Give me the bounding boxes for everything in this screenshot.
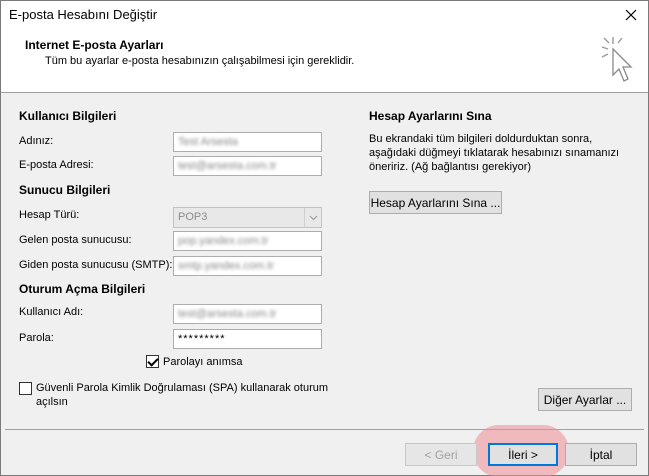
logon-info-heading: Oturum Açma Bilgileri xyxy=(19,282,146,296)
username-label: Kullanıcı Adı: xyxy=(19,306,84,318)
name-label: Adınız: xyxy=(19,135,54,147)
password-label: Parola: xyxy=(19,332,54,344)
chevron-down-icon xyxy=(304,208,321,227)
header-subtitle: Tüm bu ayarlar e-posta hesabınızın çalış… xyxy=(45,55,355,67)
outgoing-server-input[interactable]: smtp.yandex.com.tr xyxy=(173,256,322,276)
sparkle-cursor-icon xyxy=(601,37,633,82)
email-label: E-posta Adresi: xyxy=(19,159,94,171)
test-settings-description: Bu ekrandaki tüm bilgileri doldurduktan … xyxy=(369,133,620,173)
title-bar: E-posta Hesabını Değiştir xyxy=(1,1,648,29)
test-account-settings-button[interactable]: Hesap Ayarlarını Sına ... xyxy=(369,191,502,214)
account-type-select[interactable]: POP3 xyxy=(173,207,322,228)
remember-password-label: Parolayı anımsa xyxy=(163,356,243,368)
incoming-server-input[interactable]: pop.yandex.com.tr xyxy=(173,231,322,251)
account-type-label: Hesap Türü: xyxy=(19,209,80,221)
email-input[interactable]: test@arsesta.com.tr xyxy=(173,156,322,176)
user-info-heading: Kullanıcı Bilgileri xyxy=(19,109,117,123)
incoming-server-label: Gelen posta sunucusu: xyxy=(19,234,132,246)
window-title: E-posta Hesabını Değiştir xyxy=(9,7,158,22)
close-button[interactable] xyxy=(614,1,648,29)
password-input[interactable]: ********* xyxy=(173,329,322,349)
spa-label-line1: Güvenli Parola Kimlik Doğrulaması (SPA) … xyxy=(36,382,329,394)
dialog-window: E-posta Hesabını Değiştir Internet E-pos… xyxy=(0,0,649,476)
more-settings-button[interactable]: Diğer Ayarlar ... xyxy=(538,388,632,411)
next-button[interactable]: İleri > xyxy=(488,443,558,466)
spa-checkbox[interactable] xyxy=(19,382,32,395)
username-input[interactable]: test@arsesta.com.tr xyxy=(173,304,322,324)
spa-label-line2: açılsın xyxy=(36,396,68,408)
back-button[interactable]: < Geri xyxy=(405,443,477,466)
remember-password-checkbox[interactable] xyxy=(146,355,159,368)
dialog-header: Internet E-posta Ayarları Tüm bu ayarlar… xyxy=(1,29,648,93)
close-icon xyxy=(625,9,637,21)
cancel-button[interactable]: İptal xyxy=(565,443,637,466)
outgoing-server-label: Giden posta sunucusu (SMTP): xyxy=(19,259,173,271)
test-settings-heading: Hesap Ayarlarını Sına xyxy=(369,109,492,123)
server-info-heading: Sunucu Bilgileri xyxy=(19,183,111,197)
name-input[interactable]: Test Arsesta xyxy=(173,132,322,152)
header-title: Internet E-posta Ayarları xyxy=(25,38,164,52)
